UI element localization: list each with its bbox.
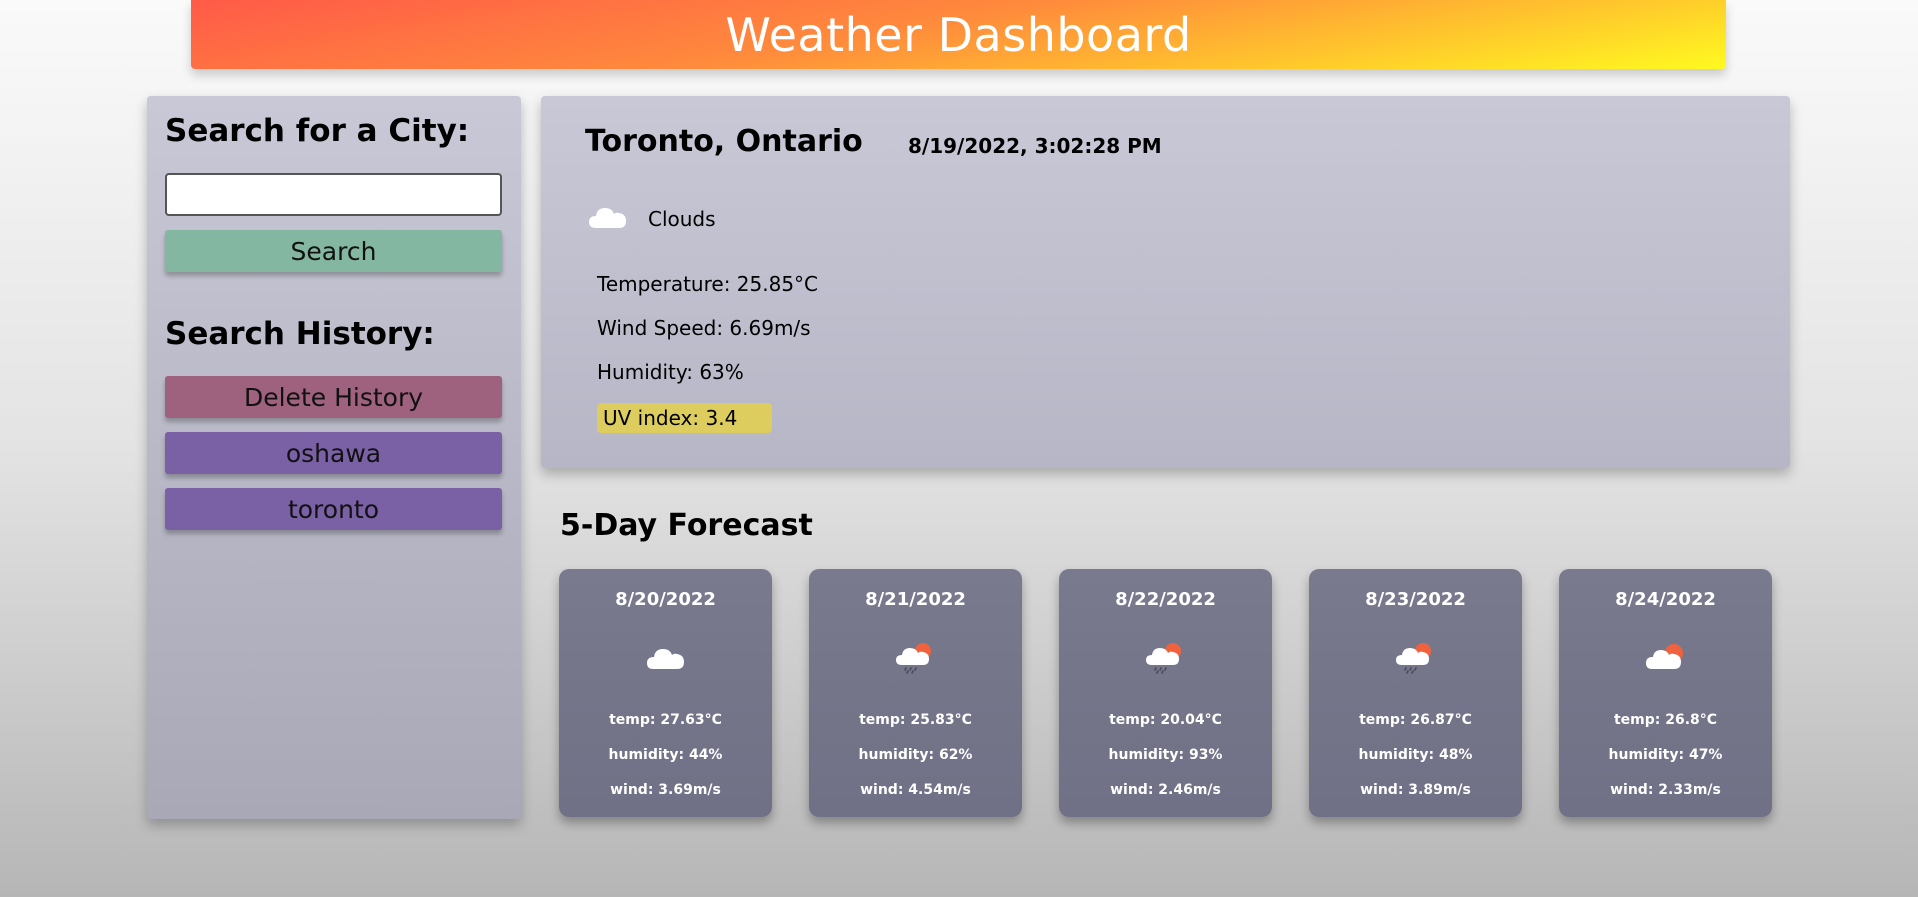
forecast-temp: temp: 27.63°C [609, 712, 722, 728]
forecast-card: 8/23/2022 temp: 26.87°C humidity: 48% wi… [1309, 569, 1522, 817]
sun-rain-cloud-icon [1396, 643, 1431, 674]
current-humidity: Humidity: 63% [597, 360, 744, 384]
cloud-icon [647, 649, 684, 669]
sun-cloud-icon [1646, 644, 1683, 669]
forecast-heading: 5-Day Forecast [560, 508, 813, 543]
forecast-temp: temp: 26.8°C [1613, 712, 1718, 728]
search-heading: Search for a City: [165, 113, 470, 149]
uv-index-badge: UV index: 3.4 [597, 403, 772, 433]
forecast-temp: temp: 20.04°C [1109, 712, 1222, 728]
forecast-card: 8/22/2022 temp: 20.04°C humidity: 93% wi… [1059, 569, 1272, 817]
current-temperature: Temperature: 25.85°C [597, 272, 819, 296]
current-datetime: 8/19/2022, 3:02:28 PM [908, 134, 1162, 158]
sun-rain-cloud-icon [1146, 643, 1181, 674]
forecast-date: 8/22/2022 [1115, 589, 1216, 610]
cloud-icon [589, 208, 626, 228]
history-item-oshawa[interactable]: oshawa [165, 432, 502, 474]
current-wind-speed: Wind Speed: 6.69m/s [597, 316, 811, 340]
city-search-input[interactable] [165, 173, 502, 216]
delete-history-button[interactable]: Delete History [165, 376, 502, 418]
forecast-humidity: humidity: 47% [1608, 747, 1723, 763]
forecast-humidity: humidity: 44% [608, 747, 723, 763]
current-weather-panel: Toronto, Ontario 8/19/2022, 3:02:28 PM C… [541, 96, 1790, 468]
search-history-heading: Search History: [165, 316, 435, 352]
forecast-wind: wind: 3.89m/s [1360, 782, 1471, 798]
forecast-wind: wind: 4.54m/s [860, 782, 971, 798]
forecast-date: 8/24/2022 [1615, 589, 1716, 610]
forecast-date: 8/20/2022 [615, 589, 716, 610]
forecast-humidity: humidity: 93% [1108, 747, 1223, 763]
search-button[interactable]: Search [165, 230, 502, 272]
forecast-wind: wind: 2.33m/s [1610, 782, 1721, 798]
forecast-card: 8/24/2022 temp: 26.8°C humidity: 47% win… [1559, 569, 1772, 817]
forecast-card: 8/21/2022 temp: 25.83°C humidity: 62% wi… [809, 569, 1022, 817]
sun-rain-cloud-icon [896, 643, 931, 674]
forecast-temp: temp: 26.87°C [1359, 712, 1472, 728]
forecast-wind: wind: 2.46m/s [1110, 782, 1221, 798]
forecast-wind: wind: 3.69m/s [610, 782, 721, 798]
current-city-name: Toronto, Ontario [585, 124, 863, 159]
current-condition: Clouds [648, 207, 716, 231]
forecast-date: 8/21/2022 [865, 589, 966, 610]
forecast-card: 8/20/2022 temp: 27.63°C humidity: 44% wi… [559, 569, 772, 817]
search-sidebar: Search for a City: Search Search History… [147, 96, 521, 819]
page-title: Weather Dashboard [725, 7, 1192, 62]
forecast-temp: temp: 25.83°C [859, 712, 972, 728]
page-header: Weather Dashboard [191, 0, 1726, 69]
forecast-humidity: humidity: 48% [1358, 747, 1473, 763]
forecast-date: 8/23/2022 [1365, 589, 1466, 610]
history-item-toronto[interactable]: toronto [165, 488, 502, 530]
forecast-humidity: humidity: 62% [858, 747, 973, 763]
